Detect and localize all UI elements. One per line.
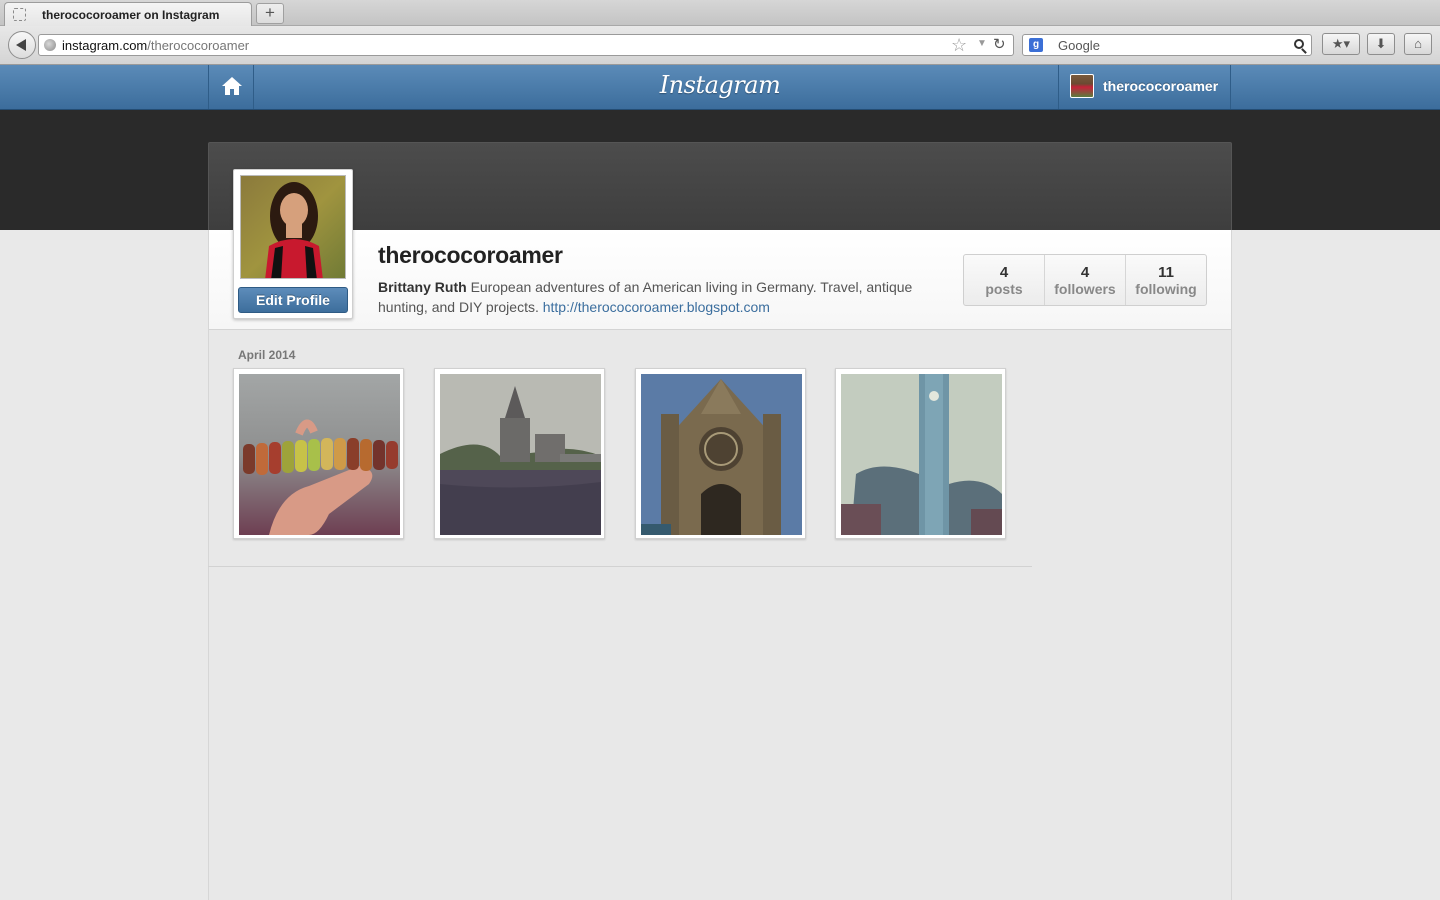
photo-thumbnail[interactable] [233,368,404,539]
instagram-header: Instagram therococoroamer [0,65,1440,110]
stat-following-label: following [1135,281,1197,297]
page-icon [13,8,26,21]
globe-icon [44,39,56,51]
profile-stats: 4 posts 4 followers 11 following [963,254,1207,306]
user-menu[interactable]: therococoroamer [1058,65,1231,109]
stat-followers-label: followers [1054,281,1116,297]
home-icon: ⌂ [1414,36,1422,51]
stat-posts[interactable]: 4 posts [964,255,1045,305]
address-bar[interactable]: instagram.com/therococoroamer ☆ ▼ ↻ [38,34,1014,56]
instagram-home-button[interactable] [208,65,254,109]
stat-following-count: 11 [1158,264,1174,281]
stat-posts-count: 4 [999,264,1009,281]
downloads-button[interactable]: ⬇ [1367,33,1395,55]
url-text: instagram.com/therococoroamer [62,38,249,53]
browser-tab-bar: therococoroamer on Instagram + [0,0,1440,26]
photo-thumbnail[interactable] [434,368,605,539]
feed-divider [208,566,1032,567]
photo-gothic-cathedral [641,374,802,535]
reload-icon[interactable]: ↻ [993,35,1006,55]
profile-username: therococoroamer [378,242,563,268]
photo-thumbnail[interactable] [635,368,806,539]
photo-thumbnail[interactable] [835,368,1006,539]
google-icon[interactable]: g [1029,38,1043,52]
profile-content [208,230,1232,900]
bookmark-star-icon[interactable]: ☆ [951,35,967,55]
bookmarks-button[interactable]: ★▾ [1322,33,1360,55]
photo-church-river [440,374,601,535]
profile-picture-card: Edit Profile [233,169,353,319]
house-icon [222,77,242,95]
user-avatar [1070,74,1094,98]
photo-macarons [239,374,400,535]
header-username: therococoroamer [1103,78,1219,94]
profile-website-link[interactable]: http://therococoroamer.blogspot.com [543,299,770,315]
profile-cover [208,142,1232,230]
profile-picture[interactable] [240,175,346,279]
stat-followers[interactable]: 4 followers [1045,255,1126,305]
instagram-logo[interactable]: Instagram [620,71,820,99]
url-domain: instagram.com [62,38,148,53]
tab-title: therococoroamer on Instagram [42,8,220,22]
browser-tab[interactable]: therococoroamer on Instagram [4,2,252,26]
photo-blue-tower [841,374,1002,535]
bookmarks-icon: ★▾ [1331,36,1351,51]
stat-followers-count: 4 [1080,264,1090,281]
browser-nav-bar: instagram.com/therococoroamer ☆ ▼ ↻ g Go… [0,26,1440,65]
download-arrow-icon: ⬇ [1375,36,1387,51]
profile-bio: Brittany Ruth European adventures of an … [378,277,938,317]
profile-full-name: Brittany Ruth [378,279,467,295]
stat-posts-label: posts [985,281,1023,297]
new-tab-button[interactable]: + [256,3,284,24]
stat-following[interactable]: 11 following [1126,255,1206,305]
chevron-down-icon[interactable]: ▼ [977,38,987,49]
search-icon[interactable] [1294,39,1304,49]
url-path: /therococoroamer [147,38,250,53]
search-bar[interactable]: g Google [1022,34,1312,56]
edit-profile-button[interactable]: Edit Profile [238,287,348,313]
feed-month-label: April 2014 [238,348,296,362]
search-input[interactable]: Google [1058,38,1100,53]
back-button[interactable] [8,31,36,59]
profile-photo-image [241,176,345,278]
browser-home-button[interactable]: ⌂ [1404,33,1432,55]
